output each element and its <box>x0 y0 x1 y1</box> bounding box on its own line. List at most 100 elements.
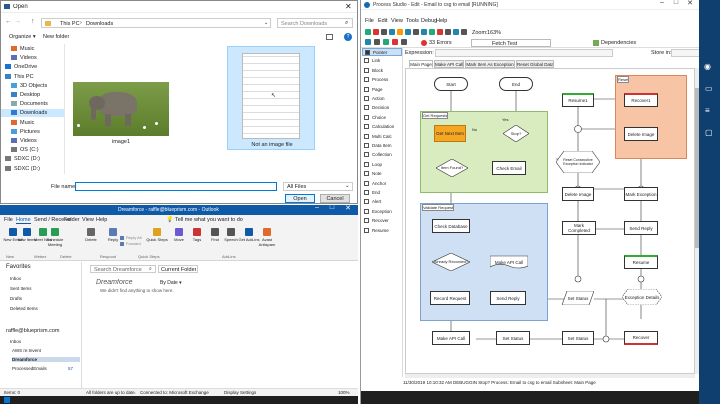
horizontal-scrollbar[interactable] <box>405 374 695 378</box>
toolbar-icon[interactable] <box>365 39 371 45</box>
send-reply-action[interactable]: Send Reply <box>490 291 526 305</box>
maximize-icon[interactable]: □ <box>325 204 339 211</box>
nav-item[interactable]: Videos <box>1 137 64 145</box>
stop-decision[interactable]: Stop? <box>503 125 529 142</box>
minimize-icon[interactable]: – <box>655 0 669 6</box>
folder-item[interactable]: AWS re:Invent <box>12 348 80 353</box>
open-button[interactable]: Open <box>285 194 315 203</box>
set-status-action-3[interactable]: Set Status <box>562 331 594 345</box>
cancel-button[interactable]: Cancel <box>320 194 350 203</box>
monitor-icon[interactable]: ▢ <box>705 128 713 137</box>
tool-pointer[interactable]: Pointer <box>362 48 402 56</box>
address-bar[interactable]: This PC › Downloads ⌄ <box>41 18 271 28</box>
resume-stage[interactable]: Resume <box>624 255 658 269</box>
tab-make-api-call[interactable]: Make API Call <box>434 60 464 68</box>
search-box[interactable]: Search Downloads ⌕ <box>277 18 353 28</box>
block-get-requests[interactable]: Get Requests <box>420 111 548 193</box>
set-status-action[interactable]: Set Status <box>562 291 594 305</box>
menu-tools[interactable]: Tools <box>406 18 419 24</box>
close-icon[interactable]: ✕ <box>345 2 352 11</box>
up-icon[interactable]: ↑ <box>31 18 35 25</box>
ribbon-forward[interactable]: Forward <box>120 241 146 247</box>
menu-home[interactable]: Home <box>16 217 31 224</box>
block-reset[interactable]: Reset <box>615 75 687 159</box>
set-status-action-2[interactable]: Set Status <box>496 331 530 345</box>
list-icon[interactable]: ≡ <box>705 106 710 115</box>
tool-calculation[interactable]: Calculation <box>362 123 402 131</box>
page-select[interactable]: Fetch Test <box>471 39 551 47</box>
toolbar-icon[interactable] <box>381 29 387 35</box>
favorite-item[interactable]: Drafts <box>10 296 22 301</box>
toolbar-icon[interactable] <box>461 29 467 35</box>
eye-icon[interactable]: ◉ <box>704 62 711 71</box>
file-item-image1[interactable]: image1 <box>71 82 171 146</box>
filename-input[interactable] <box>75 182 277 191</box>
toolbar-icon[interactable] <box>365 29 371 35</box>
tool-data-item[interactable]: Data Item <box>362 142 402 150</box>
send-reply-action-right[interactable]: Send Reply <box>624 221 658 235</box>
mark-completed-action[interactable]: Mark Completed <box>562 221 596 235</box>
account-header[interactable]: raffle@blueprism.com <box>6 328 59 334</box>
nav-item[interactable]: Desktop <box>1 91 64 99</box>
record-request-action[interactable]: Record Request <box>430 291 470 305</box>
menu-debug[interactable]: Debug <box>421 18 437 24</box>
process-canvas[interactable]: Get Requests Validate Request Reset Star… <box>405 68 695 374</box>
already-recorded-decision[interactable]: Already Recorded? <box>432 253 470 271</box>
back-icon[interactable]: ← <box>5 18 12 25</box>
end-node[interactable]: End <box>499 77 533 91</box>
search-scope-select[interactable]: Current Folder <box>158 265 198 273</box>
item-found-decision[interactable]: Item Found? <box>436 159 468 177</box>
chevron-down-icon[interactable]: ⌄ <box>264 20 268 26</box>
delete-image-action-2[interactable]: Delete Image <box>562 187 594 201</box>
menu-view[interactable]: View <box>82 217 94 223</box>
nav-item[interactable]: OS (C:) <box>1 146 64 154</box>
favorites-header[interactable]: Favorites <box>6 264 31 270</box>
menu-view[interactable]: View <box>391 18 403 24</box>
maximize-icon[interactable]: □ <box>669 0 683 6</box>
recover-stage[interactable]: Recover <box>624 331 658 345</box>
tool-link[interactable]: Link <box>362 57 402 65</box>
toolbar-icon[interactable] <box>374 39 380 45</box>
errors-count[interactable]: 33 Errors <box>429 40 452 46</box>
tool-multi-calc[interactable]: Multi Calc <box>362 133 402 141</box>
nav-item[interactable]: Videos <box>1 54 64 62</box>
new-folder-button[interactable]: New folder <box>43 34 69 40</box>
toolbar-icon[interactable] <box>401 39 407 45</box>
toolbar-icon[interactable] <box>392 39 398 45</box>
tool-page[interactable]: Page <box>362 86 402 94</box>
reset-consecutive-decision[interactable]: Reset Consecutive Exception Indicator <box>556 151 600 173</box>
display-settings-button[interactable]: Display Settings <box>224 390 256 395</box>
menu-folder[interactable]: Folder <box>64 217 80 223</box>
breadcrumb-thispc[interactable]: This PC <box>60 21 80 27</box>
minimize-icon[interactable]: – <box>310 204 324 211</box>
toolbar-icon[interactable] <box>445 29 451 35</box>
start-node[interactable]: Start <box>434 77 468 91</box>
check-email-action[interactable]: Check Email <box>492 161 526 175</box>
sort-button[interactable]: By Date ▾ <box>160 280 182 286</box>
chat-icon[interactable]: ▭ <box>705 84 713 93</box>
tool-end[interactable]: End <box>362 189 402 197</box>
favorite-item[interactable]: Sent Items <box>10 286 32 291</box>
mark-exception-action[interactable]: Mark Exception <box>624 187 658 201</box>
windows-start-icon[interactable] <box>4 397 10 403</box>
expression-input[interactable] <box>435 49 613 57</box>
tool-block[interactable]: Block <box>362 67 402 75</box>
search-input[interactable]: Search Dreamforce ⌕ <box>90 265 156 273</box>
help-icon[interactable]: ? <box>344 33 352 41</box>
ribbon-schedule-meeting[interactable]: Schedule Meeting <box>46 227 64 251</box>
nav-item[interactable]: OneDrive <box>1 63 64 71</box>
close-icon[interactable]: ✕ <box>341 204 355 212</box>
toolbar-icon[interactable] <box>421 29 427 35</box>
tool-exception[interactable]: Exception <box>362 208 402 216</box>
tab-reset-global-data[interactable]: Reset Global Data <box>516 60 554 68</box>
tool-resume[interactable]: Resume <box>362 227 402 235</box>
ribbon-delete[interactable]: Delete <box>82 227 100 251</box>
dependencies-button[interactable]: Dependencies <box>601 40 636 46</box>
tab-main-page[interactable]: Main Page <box>409 60 433 68</box>
nav-item[interactable]: Pictures <box>1 128 64 136</box>
toolbar-icon[interactable] <box>397 29 403 35</box>
folder-item[interactable]: Dreamforce <box>12 357 80 362</box>
toolbar-icon[interactable] <box>437 29 443 35</box>
tool-note[interactable]: Note <box>362 170 402 178</box>
favorite-item[interactable]: Deleted Items <box>10 306 38 311</box>
